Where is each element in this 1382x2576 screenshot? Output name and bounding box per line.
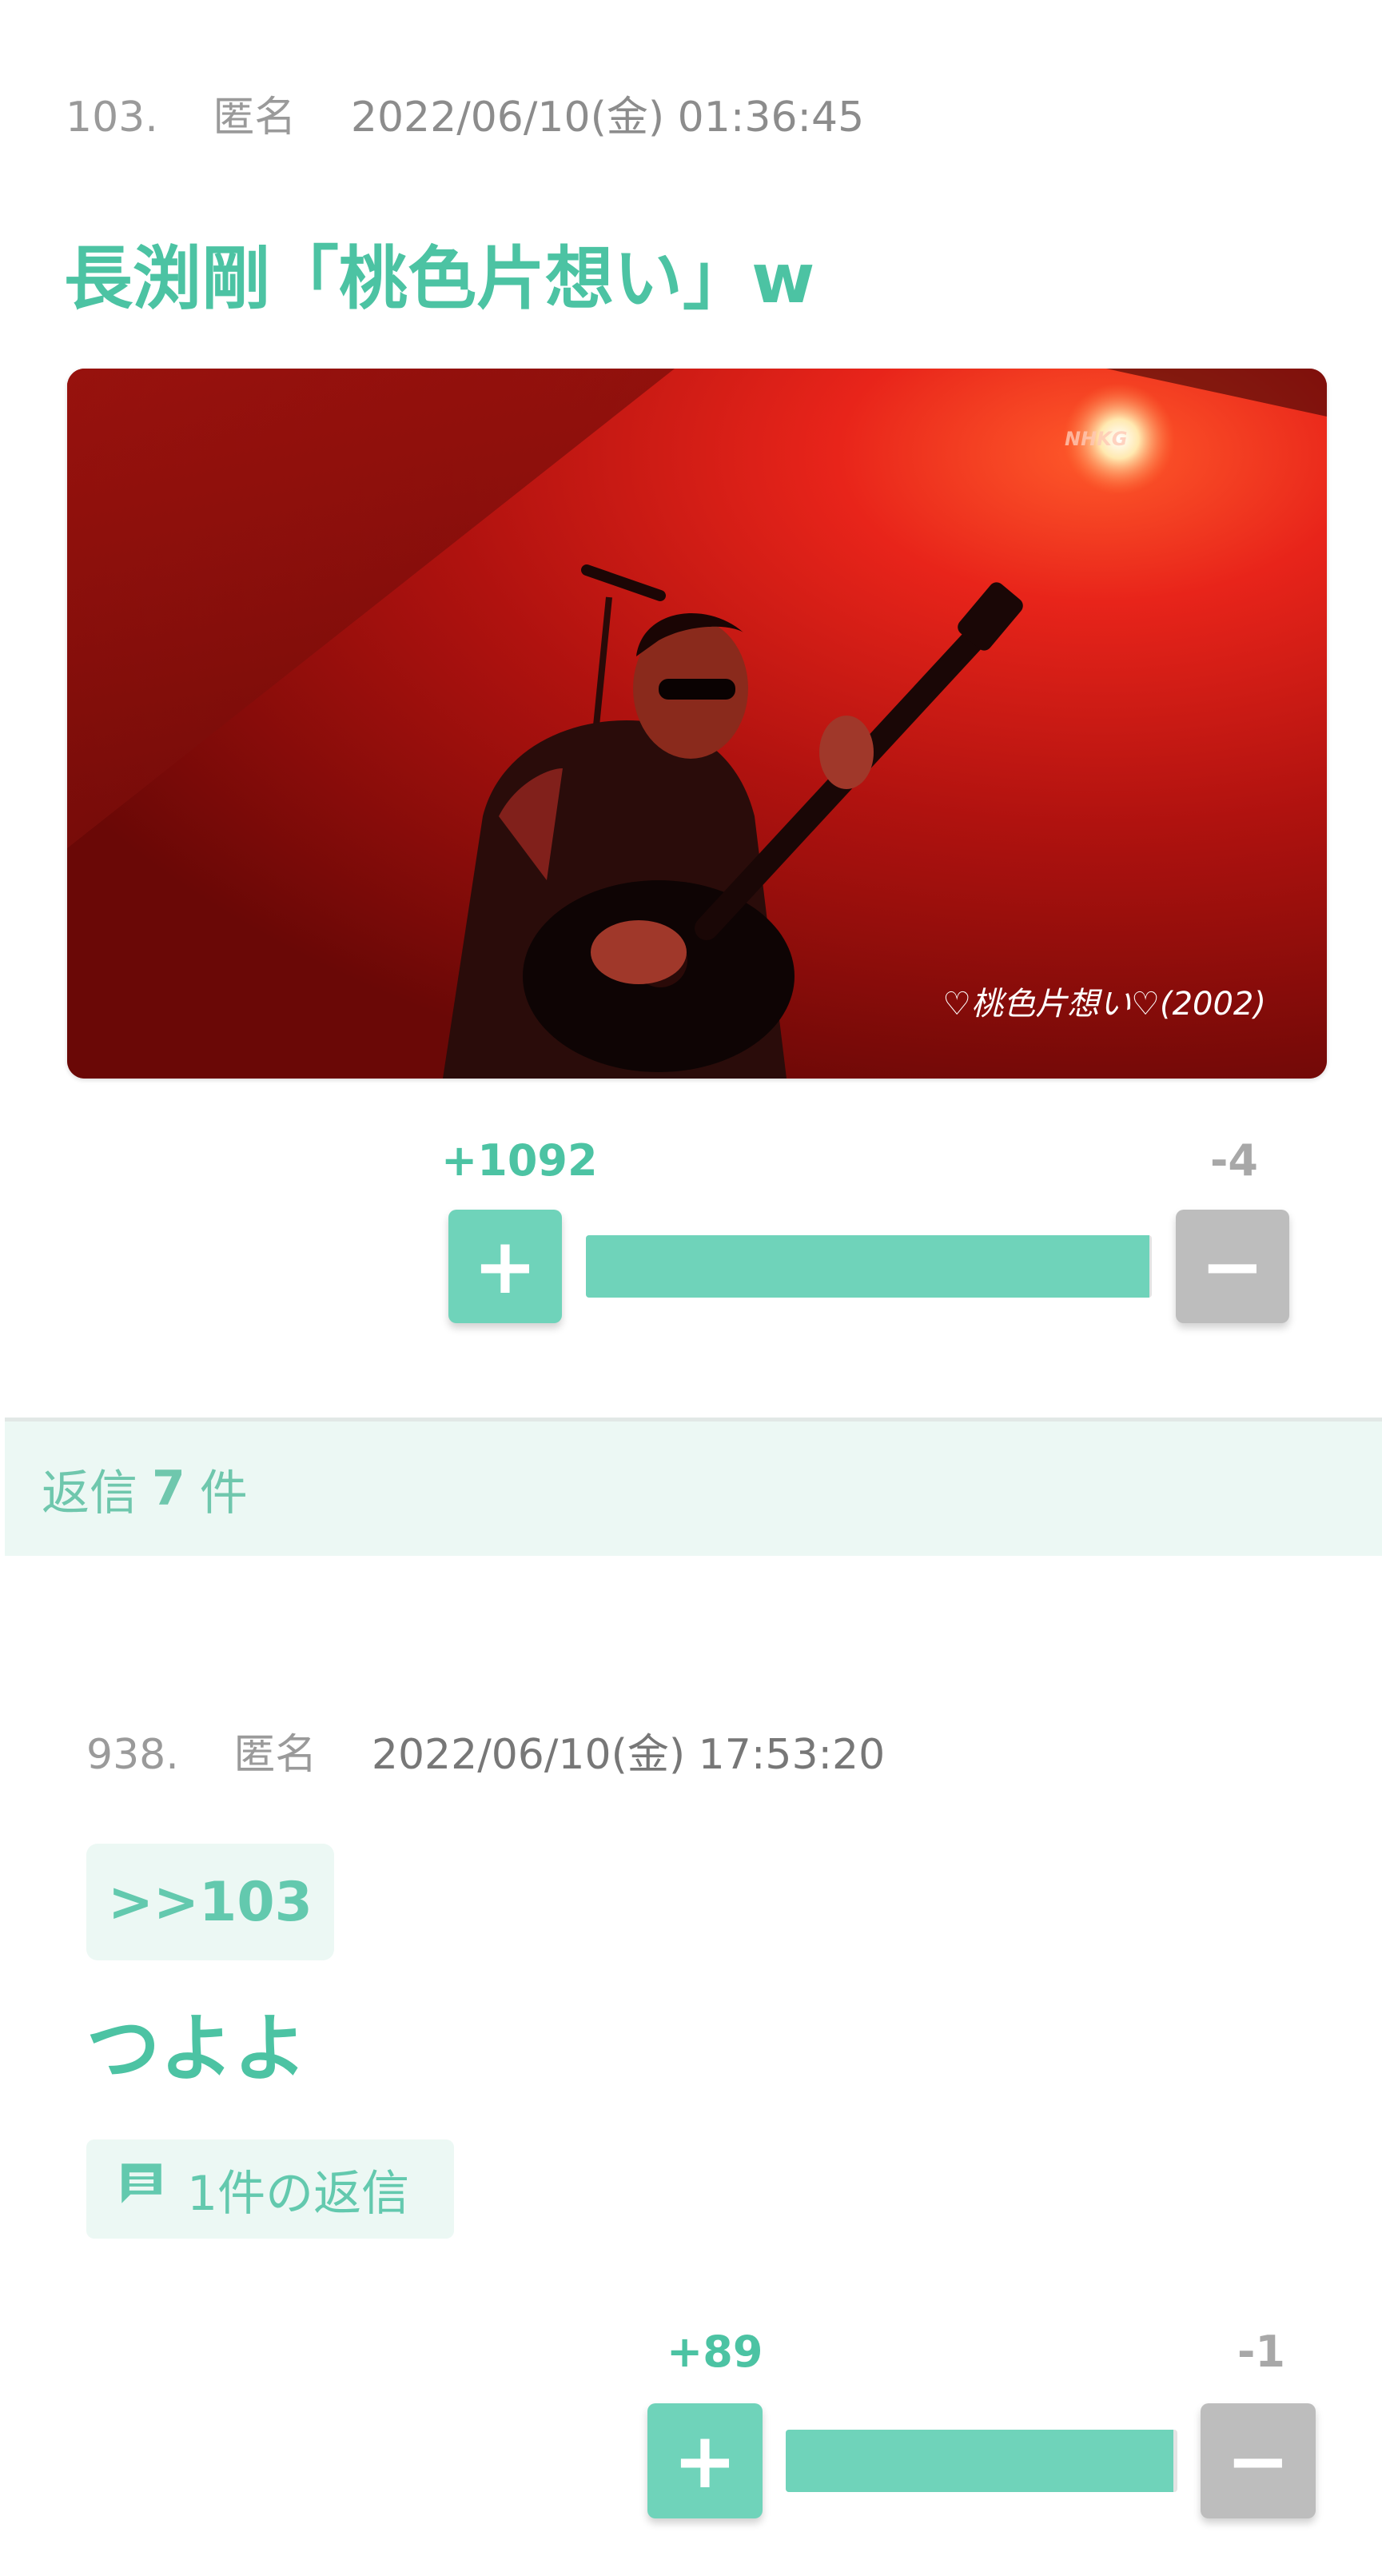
replies-count: 7 <box>152 1461 185 1517</box>
minus-vote-count: -4 <box>1210 1135 1258 1186</box>
replies-prefix: 返信 <box>42 1465 137 1521</box>
vote-ratio-fill <box>586 1235 1150 1298</box>
plus-icon: + <box>472 1222 538 1311</box>
reply-datetime: 2022/06/10(金) 17:53:20 <box>371 1731 886 1779</box>
post-title: 長渕剛「桃色片想い」w <box>64 239 815 319</box>
plus-vote-button[interactable]: + <box>647 2403 763 2518</box>
image-caption: ♡桃色片想い♡(2002) <box>942 986 1266 1023</box>
reply-count-label: 1件の返信 <box>187 2165 410 2222</box>
replies-suffix: 件 <box>199 1465 248 1521</box>
post-number: 103. <box>66 94 158 142</box>
plus-vote-count: +1092 <box>441 1135 598 1186</box>
plus-vote-button[interactable]: + <box>448 1210 562 1323</box>
minus-icon: − <box>1200 1222 1265 1311</box>
comment-icon <box>121 2163 161 2203</box>
vote-ratio-bar <box>586 1235 1152 1298</box>
replies-toggle[interactable]: 返信 7 件 <box>5 1418 1382 1556</box>
post-image[interactable]: NHKG ♡桃色片想い♡(2002) <box>67 369 1327 1079</box>
reply-title: つよよ <box>86 2006 308 2092</box>
anchor-link[interactable]: >>103 <box>86 1844 334 1960</box>
vote-ratio-fill <box>786 2430 1173 2492</box>
reply-meta: 938. 匿名 2022/06/10(金) 17:53:20 <box>86 1721 885 1780</box>
minus-vote-button[interactable]: − <box>1201 2403 1316 2518</box>
post-datetime: 2022/06/10(金) 01:36:45 <box>350 94 865 142</box>
plus-vote-count: +89 <box>667 2327 763 2377</box>
plus-icon: + <box>672 2416 738 2506</box>
post-author: 匿名 <box>213 94 297 142</box>
minus-icon: − <box>1225 2416 1291 2506</box>
reply-author: 匿名 <box>233 1731 317 1779</box>
channel-watermark: NHKG <box>1065 428 1127 450</box>
reply-number: 938. <box>86 1731 179 1779</box>
post-meta: 103. 匿名 2022/06/10(金) 01:36:45 <box>66 83 864 143</box>
concert-photo: NHKG ♡桃色片想い♡(2002) <box>67 369 1327 1079</box>
minus-vote-button[interactable]: − <box>1176 1210 1289 1323</box>
vote-ratio-bar <box>786 2430 1177 2492</box>
minus-vote-count: -1 <box>1237 2327 1285 2377</box>
reply-count-link[interactable]: 1件の返信 <box>86 2139 454 2239</box>
